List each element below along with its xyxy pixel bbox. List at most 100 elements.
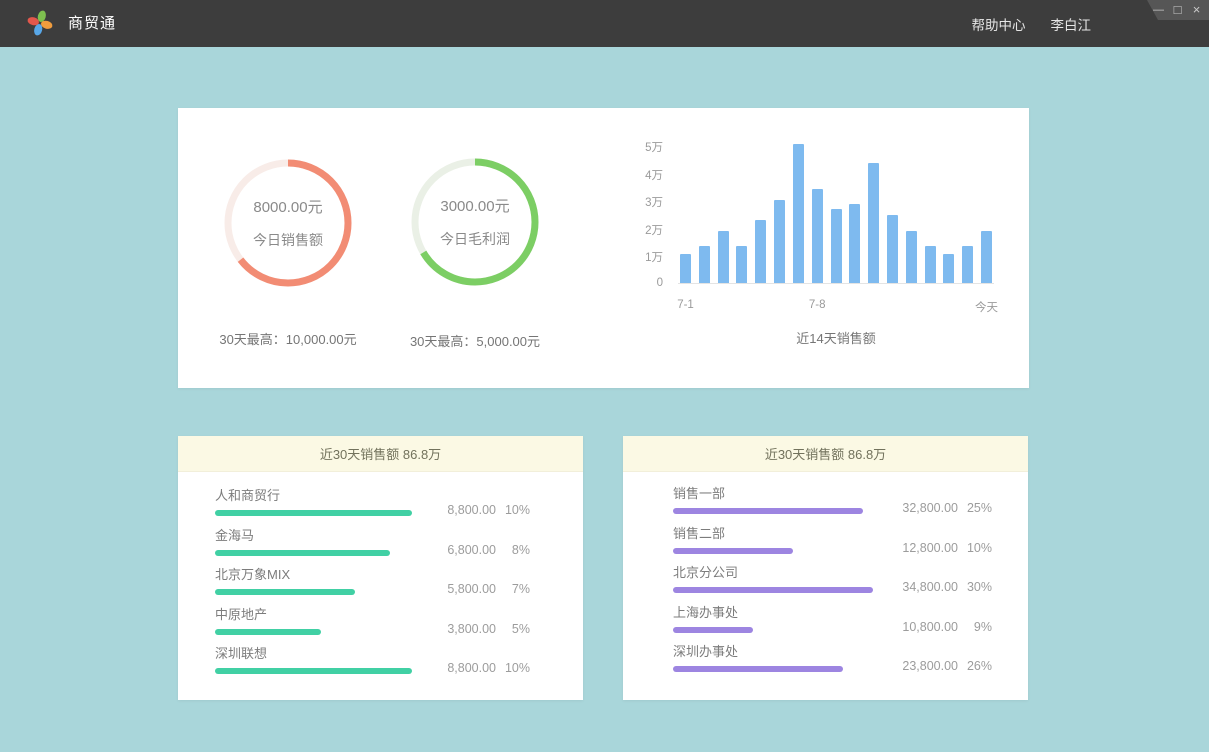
rank-row-percent: 7% [496, 582, 530, 596]
rank-row-percent: 5% [496, 622, 530, 636]
sales-rank-panel: 近30天销售额 86.8万 人和商贸行 8,800.00 10% 金海马 6,8… [178, 436, 583, 700]
sales-bar [812, 189, 823, 283]
rank-row-bar [215, 589, 355, 595]
today-profit-donut-chart: 3000.00元 今日毛利润 [411, 158, 539, 286]
today-sales-value: 8000.00元 [253, 196, 322, 217]
sales-bar [962, 246, 973, 283]
rank-row-amount: 12,800.00 [886, 541, 958, 555]
minimize-icon[interactable]: — [1152, 1, 1165, 19]
rank-row: 中原地产 3,800.00 5% [215, 608, 530, 648]
rank-row: 深圳联想 8,800.00 10% [215, 647, 530, 687]
sales-bar [793, 144, 804, 283]
topbar-nav: 帮助中心 李白江 [972, 0, 1092, 47]
rank-row-label: 深圳联想 [215, 647, 530, 661]
sales-bar [680, 254, 691, 283]
today-sales-label: 今日销售额 [253, 230, 323, 250]
rank-row-percent: 10% [496, 503, 530, 517]
panel-title: 近30天销售额 86.8万 [623, 436, 1028, 472]
today-sales-donut-text: 8000.00元 今日销售额 [224, 159, 352, 287]
sales-30d-max-caption: 30天最高：10,000.00元 [188, 329, 388, 348]
rank-row-bar [673, 587, 873, 593]
rank-row: 人和商贸行 8,800.00 10% [215, 489, 530, 529]
window-controls: — □ × [1147, 0, 1209, 20]
sales-bar [849, 204, 860, 283]
y-axis-tick: 1万 [608, 249, 663, 265]
sales-bar [943, 254, 954, 283]
rank-row-value: 8,800.00 10% [424, 503, 530, 517]
sales-rank-panel: 近30天销售额 86.8万 销售一部 32,800.00 25% 销售二部 12… [623, 436, 1028, 700]
rank-row-bar [215, 629, 321, 635]
rank-row-label: 上海办事处 [673, 606, 992, 620]
sales-bar [736, 246, 747, 283]
x-axis-tick: 7-1 [656, 299, 716, 311]
maximize-icon[interactable]: □ [1171, 1, 1184, 19]
rank-row-amount: 34,800.00 [886, 580, 958, 594]
rank-row-label: 北京万象MIX [215, 568, 530, 582]
x-axis-tick: 今天 [957, 299, 1017, 315]
rank-row-percent: 10% [496, 661, 530, 675]
rank-row-value: 23,800.00 26% [886, 659, 992, 673]
rank-row-bar [215, 668, 412, 674]
sales-14d-bar-chart [680, 145, 992, 283]
rank-row-amount: 6,800.00 [424, 543, 496, 557]
y-axis-tick: 0 [608, 277, 663, 289]
rank-row-label: 销售一部 [673, 487, 992, 501]
rank-row-label: 销售二部 [673, 527, 992, 541]
rank-row-value: 34,800.00 30% [886, 580, 992, 594]
today-profit-label: 今日毛利润 [440, 229, 510, 249]
rank-row-percent: 10% [958, 541, 992, 555]
current-user-link[interactable]: 李白江 [1051, 14, 1092, 34]
y-axis-tick: 3万 [608, 194, 663, 210]
rank-row-bar [673, 666, 843, 672]
title-bar: 商贸通 帮助中心 李白江 — □ × [0, 0, 1209, 47]
today-profit-value: 3000.00元 [440, 195, 509, 216]
sales-bar [868, 163, 879, 283]
rank-row-amount: 3,800.00 [424, 622, 496, 636]
rank-row-percent: 30% [958, 580, 992, 594]
rank-row-label: 中原地产 [215, 608, 530, 622]
rank-row-amount: 8,800.00 [424, 661, 496, 675]
rank-row-value: 8,800.00 10% [424, 661, 530, 675]
bar-chart-caption: 近14天销售额 [680, 328, 992, 347]
rank-row-bar [215, 550, 390, 556]
profit-30d-max-caption: 30天最高：5,000.00元 [375, 331, 575, 350]
rank-row: 销售一部 32,800.00 25% [673, 487, 992, 527]
rank-row-label: 北京分公司 [673, 566, 992, 580]
sales-bar [755, 220, 766, 284]
rank-row-amount: 10,800.00 [886, 620, 958, 634]
rank-row: 金海马 6,800.00 8% [215, 529, 530, 569]
app-logo-pinwheel-icon [25, 8, 55, 38]
rank-row-label: 人和商贸行 [215, 489, 530, 503]
help-center-link[interactable]: 帮助中心 [972, 14, 1026, 34]
rank-row-amount: 32,800.00 [886, 501, 958, 515]
sales-bar [981, 231, 992, 283]
y-axis-tick: 5万 [608, 139, 663, 155]
rank-row-value: 3,800.00 5% [424, 622, 530, 636]
close-icon[interactable]: × [1190, 1, 1203, 19]
rank-row: 上海办事处 10,800.00 9% [673, 606, 992, 646]
sales-bar [718, 231, 729, 283]
rank-row-percent: 25% [958, 501, 992, 515]
app-title: 商贸通 [68, 0, 116, 47]
rank-row: 深圳办事处 23,800.00 26% [673, 645, 992, 685]
daily-summary-card: 8000.00元 今日销售额 3000.00元 今日毛利润 30天最高：10,0… [178, 108, 1029, 388]
sales-bar [925, 246, 936, 283]
rank-row: 北京分公司 34,800.00 30% [673, 566, 992, 606]
bar-chart-baseline [678, 283, 994, 284]
rank-row-percent: 26% [958, 659, 992, 673]
rank-row-value: 10,800.00 9% [886, 620, 992, 634]
rank-row-amount: 5,800.00 [424, 582, 496, 596]
rank-row-bar [673, 508, 863, 514]
today-sales-donut-chart: 8000.00元 今日销售额 [224, 159, 352, 287]
rank-row: 北京万象MIX 5,800.00 7% [215, 568, 530, 608]
rank-row-amount: 23,800.00 [886, 659, 958, 673]
sales-bar [831, 209, 842, 284]
panel-title: 近30天销售额 86.8万 [178, 436, 583, 472]
rank-row-value: 6,800.00 8% [424, 543, 530, 557]
y-axis-tick: 2万 [608, 222, 663, 238]
sales-bar [887, 215, 898, 283]
rank-row-value: 12,800.00 10% [886, 541, 992, 555]
sales-bar [906, 231, 917, 283]
rank-row-percent: 9% [958, 620, 992, 634]
panel-rows: 人和商贸行 8,800.00 10% 金海马 6,800.00 8% 北京万象M… [178, 472, 583, 687]
